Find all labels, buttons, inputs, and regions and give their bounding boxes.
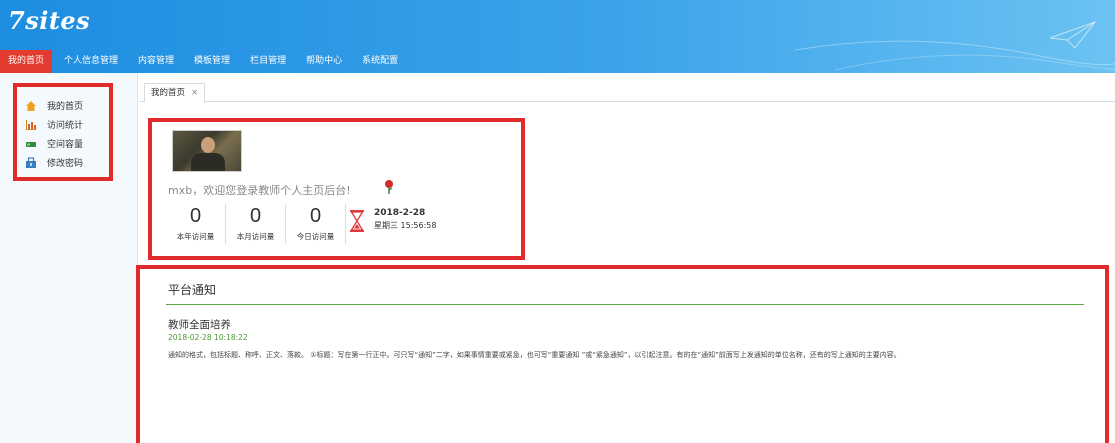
notice-article-body: 通知的格式，包括标题、称呼、正文、落款。 ①标题：写在第一行正中。可只写“通知”… — [168, 351, 901, 359]
sidebar-item-label: 空间容量 — [47, 140, 84, 150]
stat-label: 本月访问量 — [236, 232, 275, 241]
sidebar-item-home[interactable]: 我的首页 — [17, 96, 109, 115]
storage-icon — [26, 141, 36, 147]
site-logo[interactable]: 7sites — [8, 6, 90, 35]
rose-icon — [384, 180, 394, 197]
app-header: 7sites 我的首页 个人信息管理 内容管理 模板管理 栏目管理 帮助中心 系… — [0, 0, 1115, 73]
nav-item-profile[interactable]: 个人信息管理 — [56, 50, 126, 73]
current-time: 星期三 15:56:58 — [374, 221, 437, 230]
notice-article-title[interactable]: 教师全面培养 — [168, 317, 231, 332]
tab-bar: 我的首页 × — [140, 82, 1115, 103]
notice-heading: 平台通知 — [168, 283, 217, 297]
lock-icon — [26, 156, 36, 168]
stat-label: 今日访问量 — [296, 232, 335, 241]
notice-article-date: 2018-02-28 10:18:22 — [168, 333, 248, 342]
profile-card: mxb，欢迎您登录教师个人主页后台! 0 本年访问量 0 本月访问量 0 今日访… — [148, 118, 525, 260]
nav-item-template[interactable]: 模板管理 — [186, 50, 238, 73]
main-nav: 我的首页 个人信息管理 内容管理 模板管理 栏目管理 帮助中心 系统配置 — [0, 50, 410, 73]
nav-item-column[interactable]: 栏目管理 — [242, 50, 294, 73]
close-icon[interactable]: × — [191, 88, 198, 98]
divider — [166, 304, 1084, 305]
nav-item-settings[interactable]: 系统配置 — [354, 50, 406, 73]
stat-label: 本年访问量 — [176, 232, 215, 241]
avatar — [172, 130, 242, 172]
sidebar-item-storage[interactable]: 空间容量 — [17, 134, 109, 153]
stat-value: 0 — [309, 205, 322, 227]
home-icon — [26, 100, 36, 111]
stat-year: 0 本年访问量 — [166, 204, 226, 244]
visit-stats: 0 本年访问量 0 本月访问量 0 今日访问量 — [166, 204, 346, 244]
stat-today: 0 今日访问量 — [286, 204, 346, 244]
paper-plane-decoration — [795, 20, 1115, 71]
current-date: 2018-2-28 — [374, 208, 426, 218]
sidebar-menu: 我的首页 访问统计 空间容量 修改密码 — [13, 83, 113, 181]
nav-item-home[interactable]: 我的首页 — [0, 50, 53, 73]
nav-item-content[interactable]: 内容管理 — [130, 50, 182, 73]
sidebar-item-password[interactable]: 修改密码 — [17, 153, 109, 172]
tab-label: 我的首页 — [151, 88, 186, 98]
stat-value: 0 — [189, 205, 202, 227]
sidebar-item-label: 修改密码 — [47, 159, 84, 169]
bar-chart-icon — [26, 119, 36, 130]
sidebar-item-label: 我的首页 — [47, 102, 84, 112]
date-time-display: 2018-2-28 星期三 15:56:58 — [350, 208, 436, 232]
stat-value: 0 — [249, 205, 262, 227]
hourglass-icon — [350, 210, 364, 232]
sidebar-item-label: 访问统计 — [47, 121, 84, 131]
sidebar-item-stats[interactable]: 访问统计 — [17, 115, 109, 134]
welcome-text: mxb，欢迎您登录教师个人主页后台! — [168, 184, 351, 197]
stat-month: 0 本月访问量 — [226, 204, 286, 244]
nav-item-help[interactable]: 帮助中心 — [298, 50, 350, 73]
tab-home[interactable]: 我的首页 × — [144, 83, 206, 103]
platform-notice-panel: 平台通知 教师全面培养 2018-02-28 10:18:22 通知的格式，包括… — [136, 265, 1109, 443]
sidebar: 我的首页 访问统计 空间容量 修改密码 — [0, 73, 138, 443]
